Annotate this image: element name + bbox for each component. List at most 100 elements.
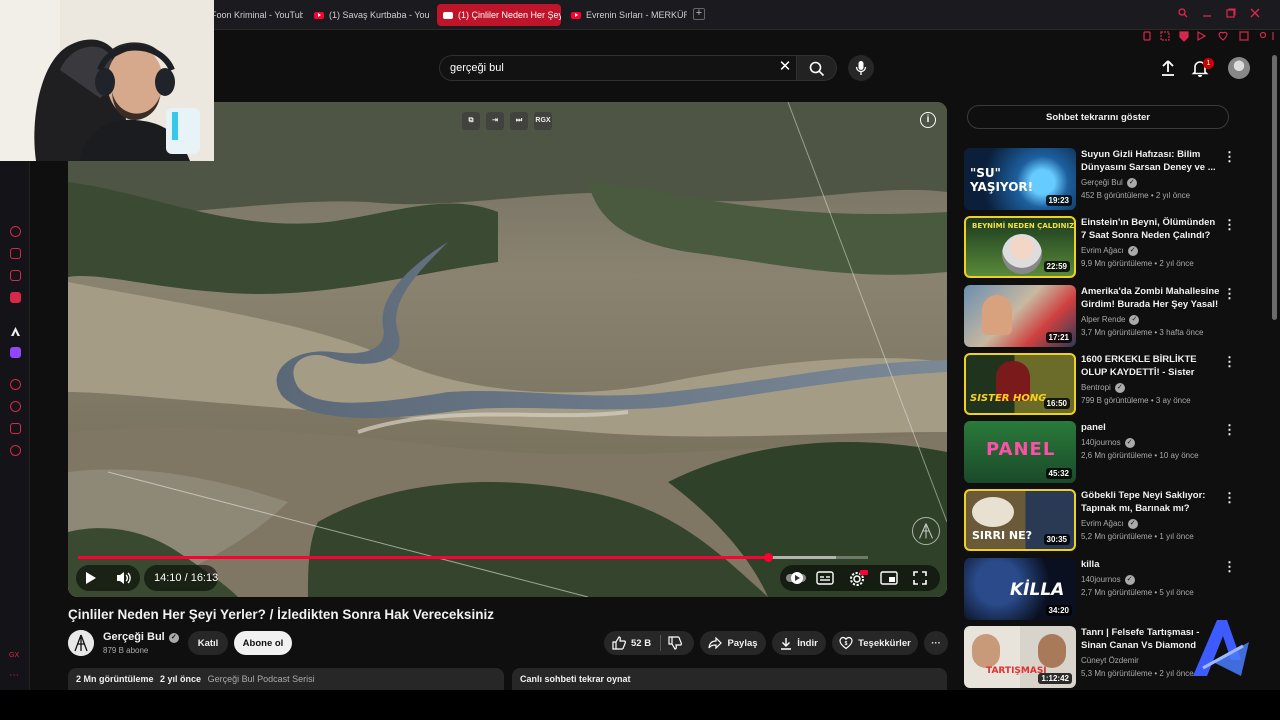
thumbs-up-icon: [612, 636, 626, 650]
recommendation-channel[interactable]: 140journos ✓: [1081, 438, 1135, 448]
more-options-icon[interactable]: ⋮: [1223, 150, 1236, 164]
minimize-icon[interactable]: [1202, 8, 1212, 18]
thumbs-down-icon[interactable]: [668, 636, 682, 650]
share-button[interactable]: Paylaş: [700, 631, 766, 655]
video-thumbnail[interactable]: TARTIŞMASI 1:12:42: [964, 626, 1076, 688]
recommendation-title[interactable]: Amerika'da Zombi Mahallesine Girdim! Bur…: [1081, 285, 1221, 311]
more-options-icon[interactable]: ⋮: [1223, 355, 1236, 369]
fullscreen-icon[interactable]: [912, 570, 928, 586]
player-icon[interactable]: [10, 379, 21, 390]
verified-badge-icon: ✓: [1114, 383, 1125, 393]
recommendation-channel[interactable]: 140journos ✓: [1081, 575, 1135, 585]
chat-replay-label: Canlı sohbeti tekrar oynat: [520, 674, 631, 684]
settings-icon[interactable]: [10, 445, 21, 456]
more-options-icon[interactable]: ⋮: [1223, 218, 1236, 232]
aria-ai-icon[interactable]: [10, 324, 21, 336]
recommendation-title[interactable]: killa: [1081, 558, 1221, 571]
rgx-button[interactable]: RGX: [534, 112, 552, 130]
browser-tab[interactable]: Evrenin Sırları - MERKÜR: [565, 5, 687, 25]
browser-tab[interactable]: Foon Kriminal - YouTube: [205, 5, 303, 25]
playlist-link[interactable]: Gerçeği Bul Podcast Serisi: [208, 674, 315, 684]
clear-search-icon[interactable]: ✕: [778, 59, 792, 74]
video-thumbnail[interactable]: PANEL 45:32: [964, 421, 1076, 483]
video-thumbnail[interactable]: "SU" YAŞIYOR! 19:23: [964, 148, 1076, 210]
recommendation-channel[interactable]: Gerçeği Bul ✓: [1081, 178, 1137, 188]
new-tab-button[interactable]: +: [693, 8, 705, 20]
join-button[interactable]: Katıl: [188, 631, 228, 655]
video-thumbnail[interactable]: KİLLA 34:20: [964, 558, 1076, 620]
recommendation-item[interactable]: SIRRI NE? 30:35 Göbekli Tepe Neyi Saklıy…: [964, 489, 1244, 551]
settings-icon[interactable]: [848, 569, 868, 587]
video-thumbnail[interactable]: BEYNİMİ NEDEN ÇALDINIZ? 22:59: [964, 216, 1076, 278]
theater-mode-icon[interactable]: [880, 570, 898, 586]
browser-tab-active[interactable]: (1) Çinliler Neden Her Şeyi: [437, 4, 561, 26]
video-thumbnail[interactable]: SIRRI NE? 30:35: [964, 489, 1076, 551]
recommendation-item[interactable]: BEYNİMİ NEDEN ÇALDINIZ? 22:59 Einstein'ı…: [964, 216, 1244, 278]
sidebar-more-icon[interactable]: ⋯: [9, 670, 19, 681]
channel-name[interactable]: Gerçeği Bul ✓: [103, 631, 179, 643]
recommendation-title[interactable]: panel: [1081, 421, 1221, 434]
more-actions-button[interactable]: ···: [924, 631, 948, 655]
twitch-icon[interactable]: [10, 347, 21, 358]
browser-tab[interactable]: (1) Savaş Kurtbaba - YouTube: [308, 5, 430, 25]
more-options-icon[interactable]: ⋮: [1223, 423, 1236, 437]
channel-watermark-icon[interactable]: [912, 517, 940, 545]
recommendation-channel[interactable]: Evrim Ağacı ✓: [1081, 246, 1138, 256]
subscribe-button[interactable]: Abone ol: [234, 631, 292, 655]
recommendation-title[interactable]: Göbekli Tepe Neyi Saklıyor: Tapınak mı, …: [1081, 489, 1221, 515]
miniplayer-icon[interactable]: ⧉: [462, 112, 480, 130]
recommendation-item[interactable]: SISTER HONG 16:50 1600 ERKEKLE BİRLİKTE …: [964, 353, 1244, 415]
video-thumbnail[interactable]: SISTER HONG 16:50: [964, 353, 1076, 415]
more-options-icon[interactable]: ⋮: [1223, 560, 1236, 574]
exit-icon[interactable]: ⇥: [486, 112, 504, 130]
like-button[interactable]: 52 B: [608, 631, 658, 655]
recommendation-channel[interactable]: Alper Rende ✓: [1081, 315, 1140, 325]
progress-scrubber[interactable]: [763, 553, 773, 562]
autoplay-toggle-icon[interactable]: [785, 570, 807, 586]
gx-label: GX: [9, 652, 20, 659]
skip-icon[interactable]: ⏭: [510, 112, 528, 130]
extensions-icon[interactable]: [10, 423, 21, 434]
upload-icon[interactable]: [1158, 58, 1178, 78]
recommendation-item[interactable]: PANEL 45:32 panel 140journos ✓ 2,6 Mn gör…: [964, 421, 1244, 483]
account-avatar[interactable]: [1228, 57, 1250, 79]
recommendation-channel[interactable]: Bentropi ✓: [1081, 383, 1125, 393]
video-player[interactable]: [68, 102, 947, 597]
info-icon[interactable]: i: [920, 112, 936, 128]
recommendation-channel[interactable]: Evrim Ağacı ✓: [1081, 519, 1138, 529]
verified-badge-icon: ✓: [1129, 315, 1140, 325]
show-chat-replay-button[interactable]: Sohbet tekrarını göster: [967, 105, 1229, 129]
recommendation-title[interactable]: Einstein'ın Beyni, Ölümünden 7 Saat Sonr…: [1081, 216, 1221, 242]
speed-dial-icon[interactable]: [10, 226, 21, 237]
download-button[interactable]: İndir: [772, 631, 826, 655]
progress-bar[interactable]: [78, 553, 868, 562]
recommendation-title[interactable]: Suyun Gizli Hafızası: Bilim Dünyasını Sa…: [1081, 148, 1221, 174]
volume-icon[interactable]: [115, 570, 133, 586]
maximize-icon[interactable]: [1226, 8, 1236, 18]
recommendation-title[interactable]: 1600 ERKEKLE BİRLİKTE OLUP KAYDETTİ! - S…: [1081, 353, 1221, 379]
gx-control-icon[interactable]: [10, 248, 21, 259]
thanks-button[interactable]: $ Teşekkürler: [832, 631, 918, 655]
more-options-icon[interactable]: ⋮: [1223, 491, 1236, 505]
video-thumbnail[interactable]: 17:21: [964, 285, 1076, 347]
voice-search-button[interactable]: [848, 55, 874, 81]
video-duration: 1:12:42: [1038, 673, 1072, 684]
subtitles-icon[interactable]: [816, 570, 834, 586]
recommendation-channel[interactable]: Cüneyt Özdemir: [1081, 656, 1139, 665]
recommendation-item[interactable]: KİLLA 34:20 killa 140journos ✓ 2,7 Mn gör…: [964, 558, 1244, 620]
history-icon[interactable]: [10, 401, 21, 412]
close-icon[interactable]: [1250, 8, 1260, 18]
channel-avatar[interactable]: [68, 630, 94, 656]
recommendation-item[interactable]: "SU" YAŞIYOR! 19:23 Suyun Gizli Hafızası…: [964, 148, 1244, 210]
search-button[interactable]: [797, 55, 837, 81]
description-box[interactable]: 2 Mn görüntüleme 2 yıl önce Gerçeği Bul …: [68, 668, 504, 690]
messenger-icon[interactable]: [10, 270, 21, 281]
play-icon[interactable]: [82, 570, 98, 586]
scrollbar-thumb[interactable]: [1272, 55, 1277, 320]
search-input[interactable]: gerçeği bul: [439, 55, 797, 81]
recommendation-item[interactable]: 17:21 Amerika'da Zombi Mahallesine Girdi…: [964, 285, 1244, 347]
more-options-icon[interactable]: ⋮: [1223, 287, 1236, 301]
search-tabs-icon[interactable]: [1178, 8, 1188, 18]
gx-corner-icon[interactable]: [10, 292, 21, 303]
chat-replay-panel[interactable]: Canlı sohbeti tekrar oynat: [512, 668, 947, 690]
